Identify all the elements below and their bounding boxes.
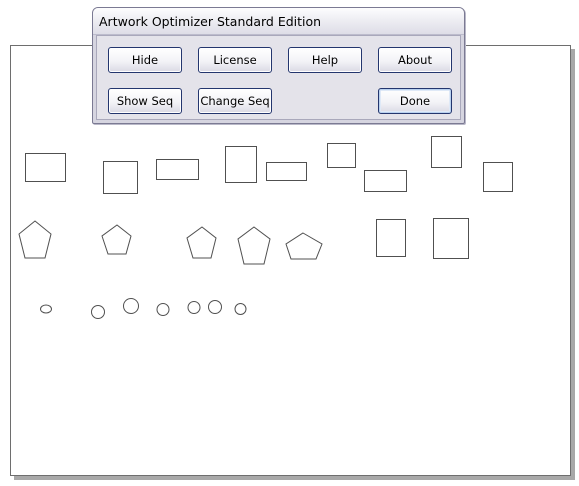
artwork-circle[interactable] bbox=[234, 303, 247, 315]
artwork-circle[interactable] bbox=[91, 305, 105, 319]
artwork-pentagon[interactable] bbox=[285, 232, 323, 260]
artwork-ellipse[interactable] bbox=[40, 304, 52, 314]
done-button[interactable]: Done bbox=[378, 88, 452, 114]
about-button[interactable]: About bbox=[378, 47, 452, 73]
artwork-rectangle[interactable] bbox=[431, 136, 462, 168]
artwork-rectangle[interactable] bbox=[103, 161, 138, 194]
dialog-title: Artwork Optimizer Standard Edition bbox=[99, 14, 322, 29]
artwork-pentagon[interactable] bbox=[101, 224, 132, 255]
artwork-rectangle[interactable] bbox=[483, 162, 513, 192]
hide-button[interactable]: Hide bbox=[108, 47, 182, 73]
show-seq-button[interactable]: Show Seq bbox=[108, 88, 182, 114]
artwork-circle[interactable] bbox=[123, 298, 139, 314]
artwork-rectangle[interactable] bbox=[25, 153, 66, 182]
app-window: Artwork Optimizer Standard Edition Hide … bbox=[0, 0, 579, 486]
artwork-rectangle[interactable] bbox=[225, 146, 257, 183]
dialog-title-bar[interactable]: Artwork Optimizer Standard Edition bbox=[93, 8, 464, 35]
artwork-rectangle[interactable] bbox=[376, 219, 406, 257]
artwork-pentagon[interactable] bbox=[237, 226, 271, 265]
artwork-pentagon[interactable] bbox=[18, 220, 52, 259]
artwork-rectangle[interactable] bbox=[327, 143, 356, 168]
artwork-circle[interactable] bbox=[187, 301, 201, 314]
artwork-pentagon[interactable] bbox=[186, 226, 217, 259]
artwork-rectangle[interactable] bbox=[433, 218, 469, 259]
artwork-optimizer-dialog: Artwork Optimizer Standard Edition Hide … bbox=[92, 7, 465, 124]
help-button[interactable]: Help bbox=[288, 47, 362, 73]
change-seq-button[interactable]: Change Seq bbox=[198, 88, 272, 114]
artwork-circle[interactable] bbox=[156, 303, 170, 316]
dialog-body: Hide License Help About Show Seq Change … bbox=[96, 35, 461, 120]
artwork-rectangle[interactable] bbox=[156, 159, 199, 180]
artwork-rectangle[interactable] bbox=[266, 162, 307, 181]
artwork-rectangle[interactable] bbox=[364, 170, 407, 192]
license-button[interactable]: License bbox=[198, 47, 272, 73]
artwork-circle[interactable] bbox=[208, 300, 222, 314]
